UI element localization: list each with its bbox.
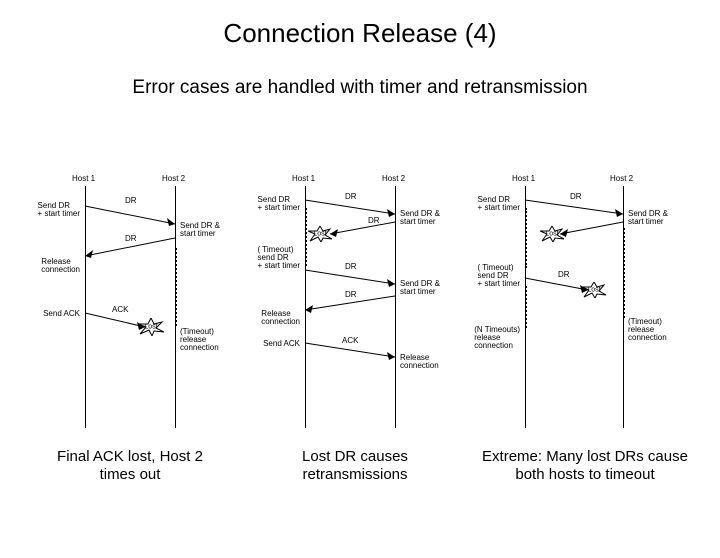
msg-dr: DR — [570, 192, 582, 201]
host2-event: (Timeout) release connection — [180, 328, 219, 352]
diagram-panel-1: Host 1 Host 2 DR DR ACK Lost Send DR + s… — [30, 178, 240, 438]
arrow-ack-2 — [305, 343, 395, 357]
host2-event: Send DR & start timer — [180, 222, 220, 238]
host2-event: Send DR & start timer — [400, 210, 440, 226]
arrow-dr-1 — [85, 206, 175, 224]
host1-event: Send DR + start timer — [38, 202, 80, 218]
diagram-row: Host 1 Host 2 DR DR ACK Lost Send DR + s… — [30, 178, 690, 438]
msg-dr: DR — [558, 270, 570, 279]
msg-ack: ACK — [112, 305, 128, 314]
page-title: Connection Release (4) — [0, 18, 720, 49]
host1-event: Release connection — [261, 310, 300, 326]
host1-event: Send DR + start timer — [258, 196, 300, 212]
msg-dr: DR — [125, 196, 137, 205]
host2-event: Send DR & start timer — [400, 280, 440, 296]
host2-event: (Timeout) release connection — [628, 318, 667, 342]
msg-ack: ACK — [342, 336, 358, 345]
timer-dots — [305, 208, 307, 266]
host1-label: Host 1 — [72, 174, 95, 183]
host1-label: Host 1 — [292, 174, 315, 183]
arrow-dr-2a — [305, 200, 395, 214]
timer-dots — [525, 208, 527, 268]
page-subtitle: Error cases are handled with timer and r… — [0, 77, 720, 99]
msg-dr: DR — [125, 234, 137, 243]
caption-3: Extreme: Many lost DRs cause both hosts … — [480, 448, 690, 484]
lost-burst-icon: Lost — [138, 318, 164, 336]
arrow-dr-2b — [305, 270, 395, 284]
arrow-dr-lost-3a — [560, 222, 623, 234]
host1-event: ( Timeout) send DR + start timer — [478, 264, 520, 288]
msg-dr: DR — [345, 262, 357, 271]
arrow-dr-3a — [525, 200, 623, 214]
host2-event: Send DR & start timer — [628, 210, 668, 226]
host2-label: Host 2 — [610, 174, 633, 183]
host1-event: (N Timeouts) release connection — [474, 326, 520, 350]
lost-burst-icon: Lost — [582, 282, 606, 298]
host2-label: Host 2 — [162, 174, 185, 183]
lost-burst-icon: Lost — [540, 226, 564, 242]
host1-event: Send ACK — [43, 310, 80, 318]
host2-timeline — [395, 186, 396, 428]
timer-dots — [525, 286, 527, 328]
host1-event: Send DR + start timer — [478, 196, 520, 212]
diagram-panel-3: Host 1 Host 2 DR Lost DR Lost Send DR + … — [470, 178, 690, 438]
timer-dots — [175, 248, 177, 326]
caption-1: Final ACK lost, Host 2 times out — [40, 448, 220, 484]
msg-dr: DR — [345, 192, 357, 201]
timer-dots — [623, 228, 625, 318]
host2-event: Release connection — [400, 354, 439, 370]
diagram-panel-2: Host 1 Host 2 DR DR Lost DR DR ACK Send … — [250, 178, 460, 438]
arrow-ack-1 — [85, 313, 145, 327]
host1-label: Host 1 — [512, 174, 535, 183]
msg-dr: DR — [368, 216, 380, 225]
arrow-dr-3b — [525, 278, 588, 290]
arrow-dr-lost-2 — [330, 222, 395, 234]
host2-label: Host 2 — [382, 174, 405, 183]
host1-event: ( Timeout) send DR + start timer — [258, 246, 300, 270]
caption-2: Lost DR causes retransmissions — [260, 448, 450, 484]
host1-event: Send ACK — [263, 340, 300, 348]
host1-event: Release connection — [41, 258, 80, 274]
lost-burst-icon: Lost — [308, 226, 332, 242]
msg-dr: DR — [345, 290, 357, 299]
